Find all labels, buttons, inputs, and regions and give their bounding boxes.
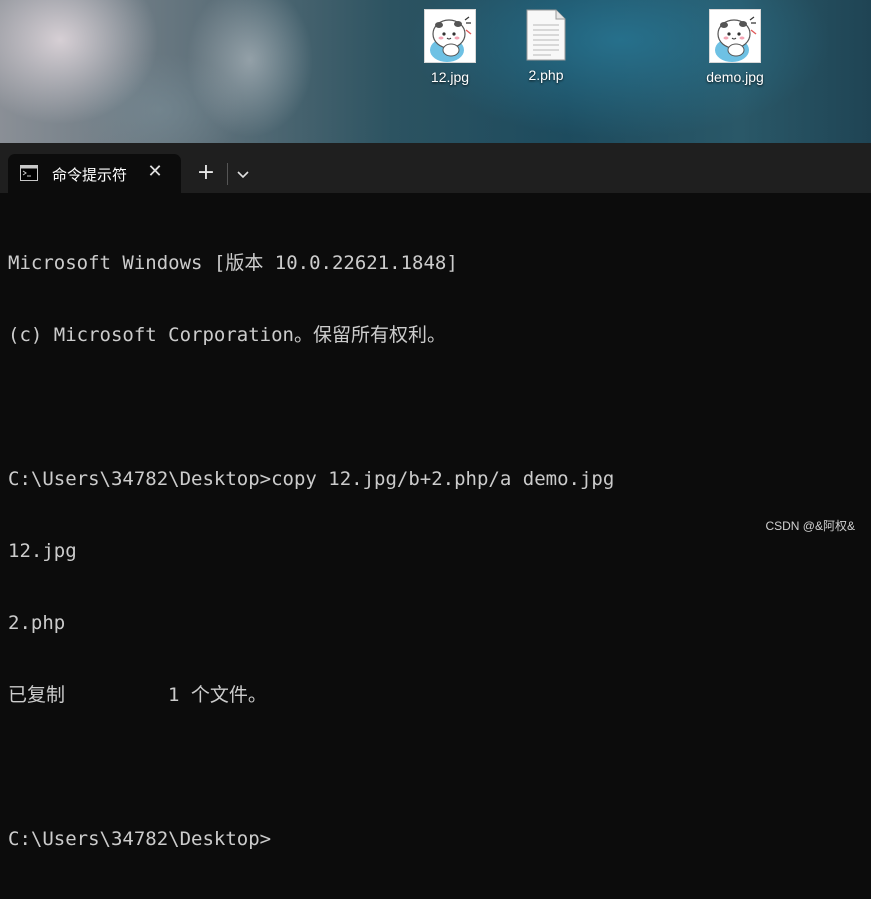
desktop-icon-label: 12.jpg — [430, 69, 470, 85]
new-tab-button[interactable]: + — [193, 161, 219, 187]
desktop-icon-label: demo.jpg — [706, 69, 764, 85]
tab-divider — [227, 163, 228, 185]
tab-bar: 命令提示符 ✕ + — [0, 143, 871, 193]
console-line: Microsoft Windows [版本 10.0.22621.1848] — [8, 252, 458, 274]
console-line: 已复制 1 个文件。 — [8, 684, 267, 706]
console-output[interactable]: Microsoft Windows [版本 10.0.22621.1848] (… — [8, 203, 868, 899]
desktop-icon-demo-jpg[interactable]: demo.jpg — [695, 9, 775, 85]
image-file-icon — [709, 9, 761, 63]
console-line: C:\Users\34782\Desktop>copy 12.jpg/b+2.p… — [8, 468, 615, 490]
terminal-window: 命令提示符 ✕ + Microsoft Windows [版本 10.0.226… — [0, 143, 871, 850]
tab-command-prompt[interactable]: 命令提示符 ✕ — [8, 154, 181, 193]
desktop-icon-12-jpg[interactable]: 12.jpg — [410, 9, 490, 85]
chevron-down-icon[interactable] — [232, 163, 254, 185]
console-line: (c) Microsoft Corporation。保留所有权利。 — [8, 324, 446, 346]
desktop-icon-2-php[interactable]: 2.php — [506, 9, 586, 83]
watermark: CSDN @&阿权& — [765, 519, 855, 533]
tab-title: 命令提示符 — [52, 166, 128, 184]
console-line: 2.php — [8, 612, 66, 634]
document-file-icon — [526, 9, 566, 61]
desktop-wallpaper: 12.jpg 2.php demo.jpg — [0, 0, 871, 143]
image-file-icon — [424, 9, 476, 63]
cmd-icon — [20, 165, 38, 181]
console-prompt-line: C:\Users\34782\Desktop> — [8, 828, 272, 850]
close-icon[interactable]: ✕ — [146, 163, 164, 181]
desktop-icon-label: 2.php — [528, 67, 564, 83]
